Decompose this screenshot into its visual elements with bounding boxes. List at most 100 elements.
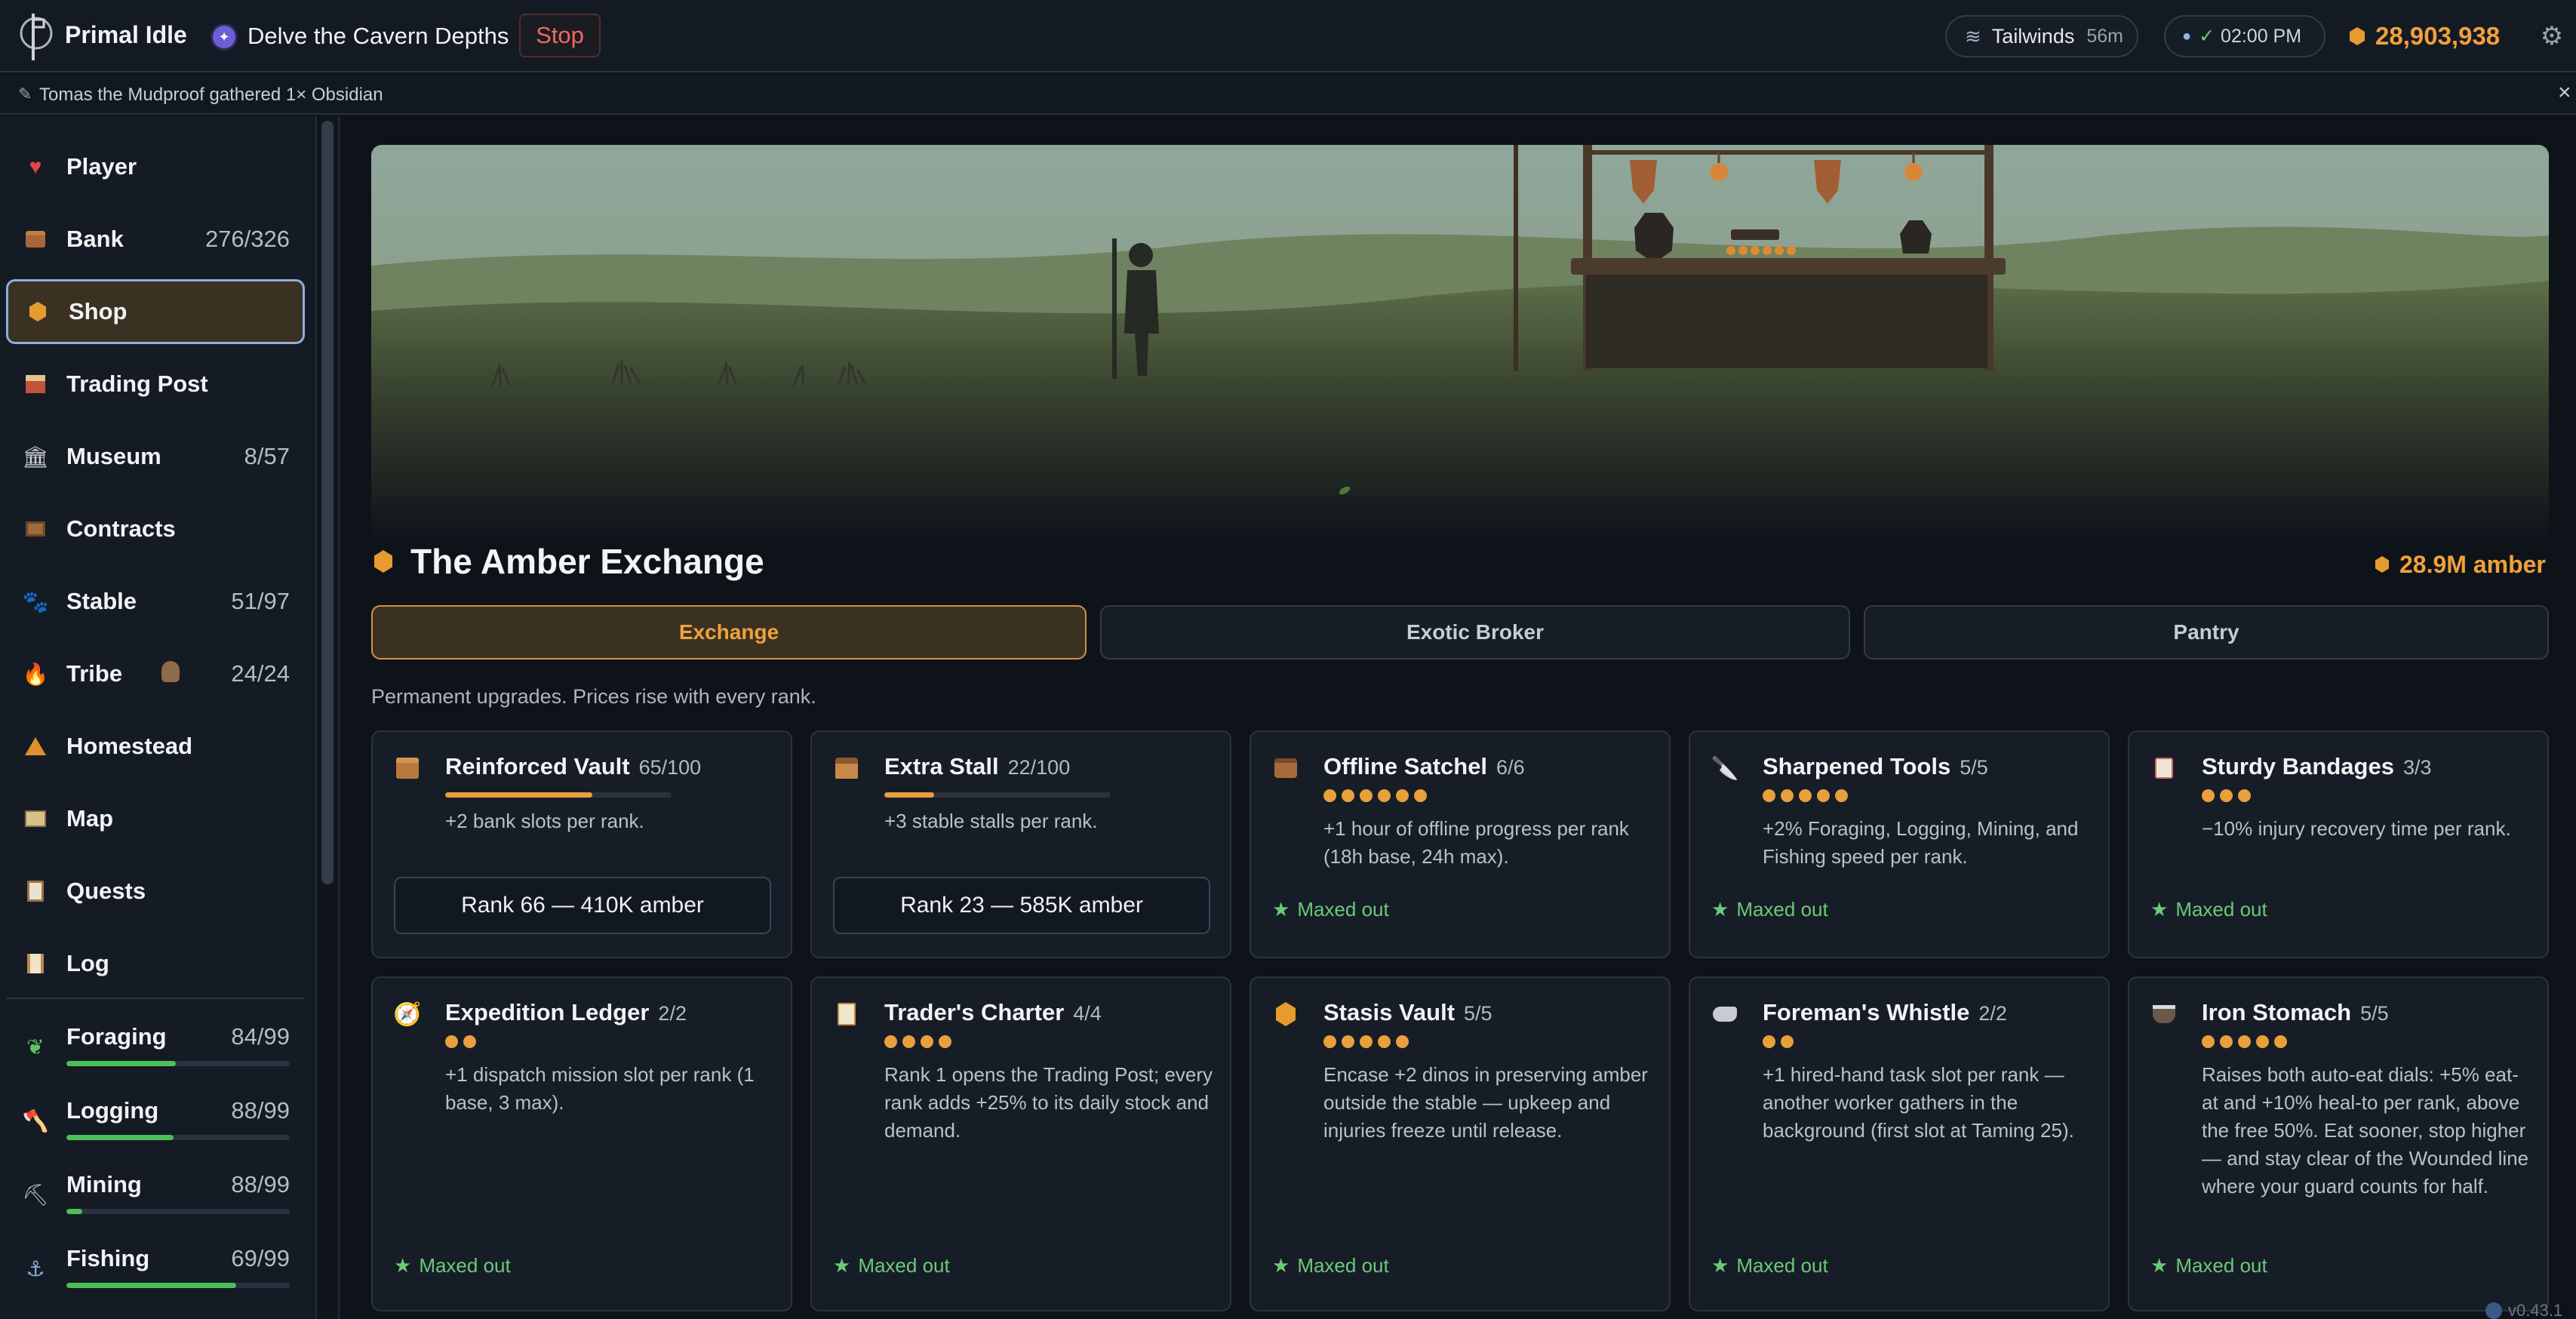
rank-progress-bar: [445, 792, 672, 798]
rank-dot: [1396, 1035, 1409, 1048]
leaf-icon: ❦: [26, 1035, 45, 1059]
card-title: Reinforced Vault 65/100: [445, 753, 702, 779]
upgrade-card-sharpened-tools: 🔪 Sharpened Tools 5/5 +2% Foraging, Loggi…: [1689, 730, 2110, 958]
card-rank: 65/100: [638, 756, 702, 779]
pickaxe-icon: ⛏: [22, 1182, 49, 1207]
wind-time: 56m: [2086, 25, 2123, 47]
skill-level: 88/99: [231, 1097, 290, 1124]
version-label: v0.43.1: [2508, 1301, 2563, 1319]
check-icon: ✓: [2199, 26, 2215, 47]
sidebar-item-tribe[interactable]: 🔥 Tribe 24/24: [6, 641, 305, 706]
rank-dot: [463, 1035, 476, 1048]
sidebar-item-label: Tribe: [66, 660, 123, 687]
upgrade-card-offline-satchel: Offline Satchel 6/6 +1 hour of offline pr…: [1250, 730, 1671, 958]
maxed-out-label: ★ Maxed out: [1711, 1254, 1828, 1277]
sidebar-scrollbar-thumb[interactable]: [321, 121, 334, 884]
sidebar: ♥ Player Bank 276/326 Shop Trading Post …: [0, 116, 317, 1319]
card-title: Stasis Vault 5/5: [1323, 999, 1492, 1025]
tribe-member-icon: [161, 660, 180, 687]
rank-dot: [2274, 1035, 2287, 1048]
gear-icon[interactable]: ⚙: [2538, 23, 2565, 50]
sidebar-item-label: Map: [66, 805, 113, 832]
maxed-out-label: ★ Maxed out: [1272, 898, 1389, 921]
activity-title[interactable]: Delve the Cavern Depths: [247, 23, 509, 50]
rank-dot: [1763, 1035, 1775, 1048]
tab-pantry[interactable]: Pantry: [1864, 605, 2549, 660]
axe-icon: 🪓: [22, 1108, 49, 1133]
wind-status-pill[interactable]: ≋ Tailwinds 56m: [1945, 15, 2138, 57]
clock-time: 02:00 PM: [2221, 25, 2302, 47]
rank-dot: [1781, 789, 1794, 802]
tab-exchange[interactable]: Exchange: [371, 605, 1087, 660]
buy-rank-button[interactable]: Rank 66 — 410K amber: [394, 877, 771, 934]
skill-mining[interactable]: ⛏ Mining 88/99: [6, 1162, 305, 1236]
skill-level: 69/99: [231, 1245, 290, 1271]
sidebar-item-player[interactable]: ♥ Player: [6, 134, 305, 199]
amber-icon: [25, 299, 51, 324]
card-title: Extra Stall 22/100: [884, 753, 1071, 779]
card-title: Sharpened Tools 5/5: [1763, 753, 1988, 779]
rank-dot: [1781, 1035, 1794, 1048]
rank-dot: [1396, 789, 1409, 802]
card-rank: 22/100: [1007, 756, 1071, 779]
sidebar-item-label: Museum: [66, 443, 161, 469]
sidebar-item-map[interactable]: Map: [6, 786, 305, 851]
rank-dot: [2256, 1035, 2269, 1048]
scroll-icon: [23, 951, 48, 976]
sidebar-item-quests[interactable]: Quests: [6, 859, 305, 924]
rank-dot: [1763, 789, 1775, 802]
sidebar-item-log[interactable]: Log: [6, 931, 305, 996]
maxed-out-label: ★ Maxed out: [394, 1254, 511, 1277]
rank-dot: [2220, 789, 2233, 802]
skill-progress-bar: [66, 1135, 290, 1140]
sidebar-item-shop[interactable]: Shop: [6, 279, 305, 344]
tab-exotic-broker[interactable]: Exotic Broker: [1100, 605, 1850, 660]
skill-foraging[interactable]: ❦ Foraging 84/99: [6, 1014, 305, 1088]
card-description: Rank 1 opens the Trading Post; every ran…: [884, 1063, 1213, 1142]
chest-icon: [23, 226, 48, 252]
card-rank: 6/6: [1496, 756, 1525, 779]
stop-button[interactable]: Stop: [519, 14, 601, 57]
amber-total: 28,903,938: [2350, 18, 2500, 54]
buy-rank-button[interactable]: Rank 23 — 585K amber: [833, 877, 1210, 934]
shop-amber-value: 28.9M amber: [2399, 550, 2546, 578]
upgrade-card-foremans-whistle: Foreman's Whistle 2/2 +1 hired-hand task …: [1689, 976, 2110, 1311]
sidebar-item-contracts[interactable]: Contracts: [6, 497, 305, 561]
rank-dots: [1323, 1035, 1409, 1048]
amber-total-value: 28,903,938: [2375, 22, 2501, 50]
rank-dot: [1342, 1035, 1354, 1048]
info-icon[interactable]: [2485, 1302, 2502, 1319]
card-rank: 4/4: [1073, 1002, 1102, 1025]
rank-dot: [1835, 789, 1848, 802]
rank-dot: [1817, 789, 1830, 802]
card-title: Trader's Charter 4/4: [884, 999, 1102, 1025]
clock-pill[interactable]: ● ✓ 02:00 PM: [2164, 15, 2325, 57]
skill-fishing[interactable]: ⚓ Fishing 69/99: [6, 1236, 305, 1310]
rank-dot: [1323, 1035, 1336, 1048]
sidebar-item-bank[interactable]: Bank 276/326: [6, 207, 305, 272]
sidebar-item-museum[interactable]: 🏛 Museum 8/57: [6, 424, 305, 489]
upgrade-card-expedition-ledger: 🧭 Expedition Ledger 2/2 +1 dispatch missi…: [371, 976, 792, 1311]
sidebar-item-trading-post[interactable]: Trading Post: [6, 352, 305, 417]
rank-dots: [1323, 789, 1427, 802]
card-rank: 5/5: [2360, 1002, 2389, 1025]
maxed-out-label: ★ Maxed out: [2150, 898, 2267, 921]
vault-icon: [394, 755, 421, 782]
skill-logging[interactable]: 🪓 Logging 88/99: [6, 1088, 305, 1162]
rank-dot: [939, 1035, 951, 1048]
card-description: +2% Foraging, Logging, Mining, and Fishi…: [1763, 817, 2079, 868]
sidebar-item-stable[interactable]: 🐾 Stable 51/97: [6, 569, 305, 634]
sidebar-divider: [6, 998, 305, 999]
card-description: +1 hired-hand task slot per rank — anoth…: [1763, 1063, 2074, 1142]
card-description: −10% injury recovery time per rank.: [2202, 817, 2511, 840]
tent-icon: [23, 733, 48, 759]
pickaxe-icon: ✎: [18, 85, 32, 103]
card-rank: 5/5: [1464, 1002, 1492, 1025]
satchel-icon: [1272, 755, 1299, 782]
top-bar: Primal Idle ✦ Delve the Cavern Depths St…: [0, 0, 2576, 72]
rank-dot: [1360, 1035, 1373, 1048]
sidebar-item-homestead[interactable]: Homestead: [6, 714, 305, 779]
close-icon[interactable]: ×: [2558, 81, 2571, 104]
skill-label: Logging: [66, 1097, 159, 1124]
notification-bar: ✎ Tomas the Mudproof gathered 1× Obsidia…: [0, 74, 2576, 115]
